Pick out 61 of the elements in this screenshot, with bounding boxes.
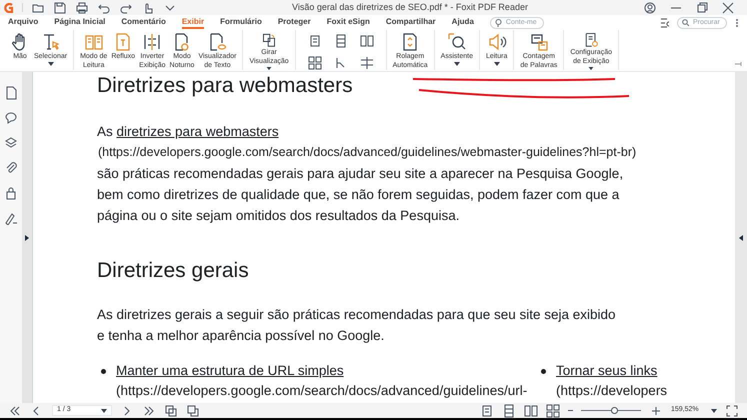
invert-icon — [142, 32, 162, 52]
layers-icon[interactable] — [4, 136, 18, 150]
facing-pages-icon[interactable] — [360, 34, 374, 48]
bullet-icon — [101, 369, 106, 374]
word-count-icon — [528, 32, 549, 52]
add-page-icon[interactable] — [164, 404, 178, 418]
paragraph-text: são práticas recomendadas gerais para ajudar seu site a aparecer na Pesquisa Google, bem como diretrizes de qualidade que, se não forem seguidas, podem fazer com que a página ou o site sejam omitidos dos resultados da Pesquisa. — [97, 165, 624, 225]
guidelines-link[interactable]: diretrizes para webmasters — [116, 124, 279, 139]
comment-icon[interactable] — [4, 111, 18, 125]
continuous-page-icon[interactable] — [334, 34, 348, 48]
continuous-page-icon[interactable] — [502, 404, 516, 418]
pages-icon[interactable] — [186, 404, 200, 418]
url-text: (https://developers — [556, 382, 668, 400]
section-heading: Diretrizes para webmasters — [97, 73, 353, 99]
signature-icon[interactable] — [4, 211, 18, 225]
magnifier-icon — [446, 32, 467, 52]
save-icon[interactable] — [53, 0, 67, 14]
paperclip-icon[interactable] — [4, 161, 18, 175]
close-icon[interactable] — [721, 0, 735, 14]
cover-pages-icon[interactable] — [546, 404, 560, 418]
section-heading: Diretrizes gerais — [97, 258, 249, 284]
menu-tab[interactable]: Ajuda — [452, 16, 474, 29]
window-title: Visão geral das diretrizes de SEO.pdf * - Foxit PDF Reader — [291, 0, 529, 14]
url-text: (https://developers.google.com/search/docs/advanced/guidelines/webmaster-guidelines?hl=pt-br) — [97, 144, 635, 161]
first-page-icon[interactable] — [8, 404, 22, 418]
lightbulb-icon — [494, 18, 502, 26]
print-icon[interactable] — [75, 0, 89, 14]
menu-tab[interactable]: Arquivo — [8, 16, 38, 29]
expand-arrow-icon[interactable] — [25, 234, 29, 240]
facing-pages-icon[interactable] — [524, 404, 538, 418]
app-logo-icon — [4, 2, 14, 12]
menu-tab[interactable]: Formulário — [220, 16, 262, 29]
bullet-icon — [541, 369, 546, 374]
last-page-icon[interactable] — [142, 404, 156, 418]
pin-icon[interactable] — [735, 61, 743, 67]
maximize-icon[interactable] — [695, 0, 709, 14]
more-icon[interactable] — [735, 18, 739, 28]
lock-icon[interactable] — [4, 186, 18, 200]
menu-tab[interactable]: Compartilhar — [386, 16, 436, 29]
url-text: (https://developers.google.com/search/docs/advanced/guidelines/url- — [116, 382, 528, 400]
zoom-slider-thumb[interactable] — [611, 407, 618, 414]
page-icon[interactable] — [4, 86, 18, 100]
collapse-arrow-icon[interactable] — [739, 234, 743, 240]
caret-icon — [711, 409, 717, 413]
menu-tab[interactable]: Proteger — [278, 16, 311, 29]
search-icon — [682, 19, 689, 26]
guideline-link[interactable]: Tornar seus links — [556, 363, 658, 378]
single-page-icon[interactable] — [480, 404, 494, 418]
speaker-icon — [486, 32, 507, 52]
paragraph-text: As — [97, 124, 113, 139]
grid-layout-icon[interactable] — [360, 56, 374, 70]
menu-tab[interactable]: Página Inicial — [54, 16, 106, 29]
menu-tab[interactable]: Comentário — [121, 16, 166, 29]
fullscreen-icon[interactable] — [725, 404, 739, 418]
account-icon[interactable] — [643, 0, 657, 14]
cover-pages-icon[interactable] — [308, 56, 322, 70]
menu-tab[interactable]: Foxit eSign — [326, 16, 370, 29]
single-page-icon[interactable] — [308, 34, 322, 48]
caret-icon — [101, 409, 107, 413]
guideline-link[interactable]: Manter uma estrutura de URL simples — [116, 363, 344, 378]
paragraph-text: As diretrizes gerais a seguir são práticas recomendadas para que seu site seja exibido e tenha a melhor aparência possível no Google. — [97, 306, 617, 345]
